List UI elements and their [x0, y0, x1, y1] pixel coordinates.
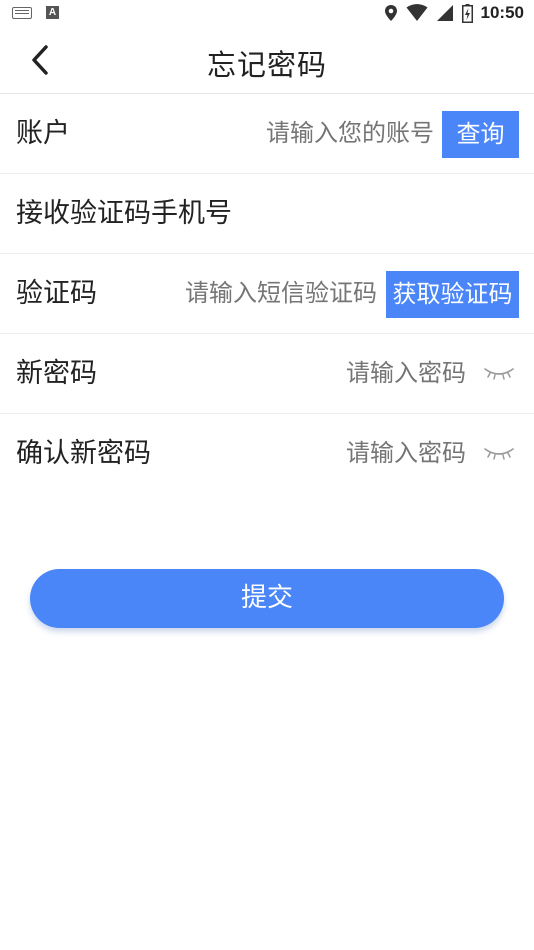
location-icon	[384, 5, 397, 21]
account-label: 账户	[16, 118, 70, 149]
new-password-row: 新密码	[0, 334, 534, 414]
app-bar: 忘记密码	[0, 28, 534, 94]
status-bar: A 10:50	[0, 0, 534, 28]
a-letter-icon: A	[46, 6, 59, 19]
password-toggle[interactable]	[482, 363, 516, 383]
code-label: 验证码	[16, 278, 97, 309]
get-code-button[interactable]: 获取验证码	[386, 271, 519, 318]
confirm-password-input[interactable]	[286, 414, 466, 493]
page-title: 忘记密码	[206, 48, 327, 82]
status-right: 10:50	[384, 3, 524, 23]
submit-button[interactable]: 提交	[30, 569, 504, 628]
phone-label: 接收验证码手机号	[16, 198, 232, 229]
account-row: 账户 查询	[0, 94, 534, 174]
status-time: 10:50	[480, 3, 524, 22]
confirm-password-toggle[interactable]	[482, 443, 516, 463]
keyboard-icon	[12, 6, 32, 19]
status-left: A	[12, 6, 59, 19]
new-password-label: 新密码	[16, 358, 97, 389]
new-password-input[interactable]	[286, 334, 466, 413]
confirm-password-label: 确认新密码	[16, 438, 151, 469]
query-button[interactable]: 查询	[442, 111, 519, 158]
code-input[interactable]	[157, 254, 377, 333]
eye-closed-icon	[484, 448, 514, 460]
wifi-icon	[406, 4, 428, 21]
confirm-password-row: 确认新密码	[0, 414, 534, 493]
phone-input[interactable]	[298, 174, 518, 253]
eye-closed-icon	[484, 368, 514, 380]
code-row: 验证码 获取验证码	[0, 254, 534, 334]
battery-icon	[461, 3, 473, 23]
signal-icon	[436, 5, 453, 21]
phone-row: 接收验证码手机号	[0, 174, 534, 254]
account-input[interactable]	[204, 94, 434, 173]
